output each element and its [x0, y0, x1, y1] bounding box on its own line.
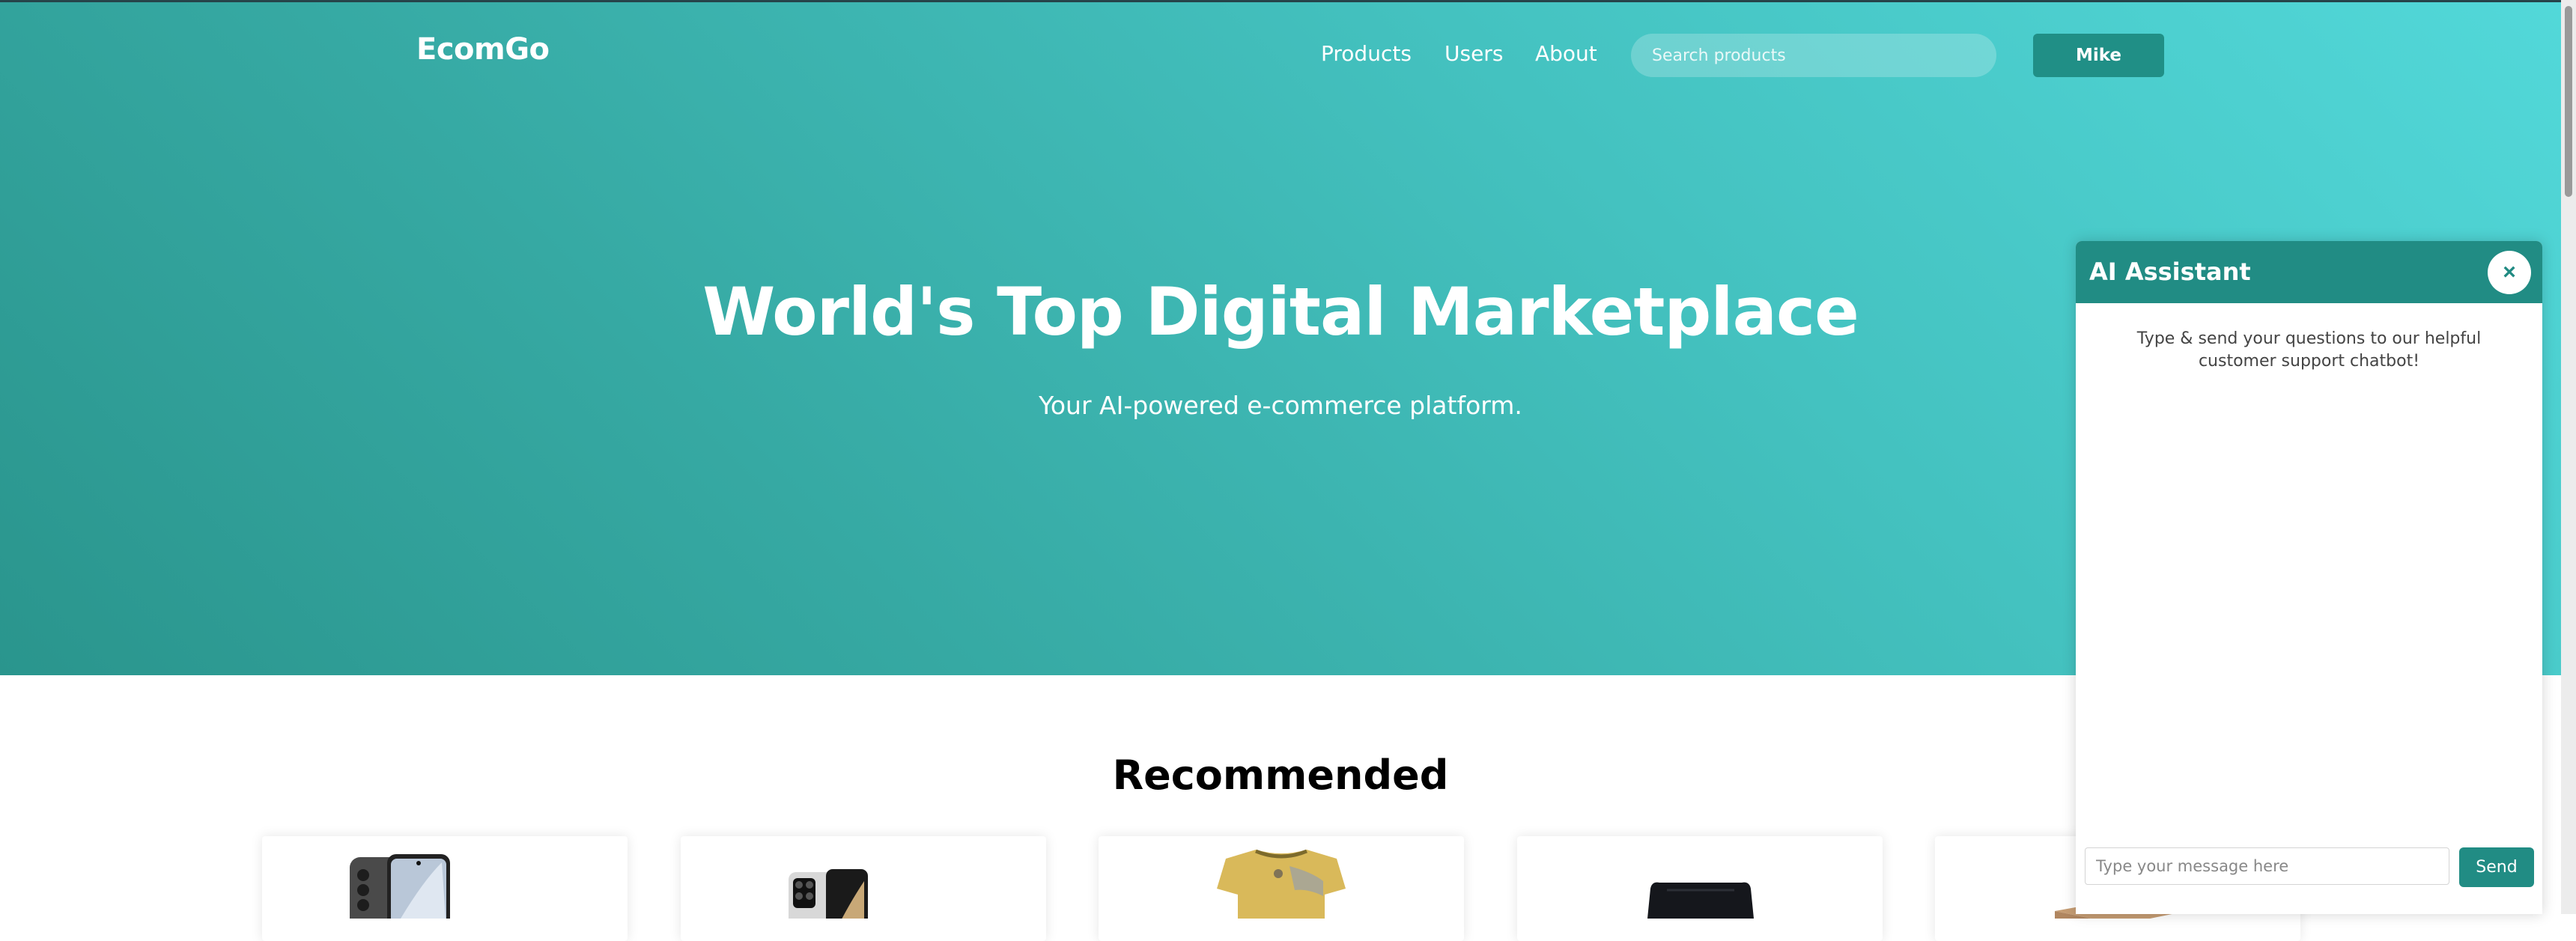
- chat-message-input[interactable]: [2085, 847, 2449, 885]
- chat-title: AI Assistant: [2089, 258, 2251, 286]
- nav-link-products[interactable]: Products: [1321, 41, 1412, 66]
- search-input[interactable]: [1631, 34, 1996, 77]
- product-card[interactable]: [1517, 836, 1883, 941]
- shorts-icon: [1647, 882, 1754, 919]
- ai-assistant-panel: AI Assistant × Type & send your question…: [2076, 241, 2542, 914]
- chat-intro-message: Type & send your questions to our helpfu…: [2136, 329, 2482, 371]
- scrollbar-thumb[interactable]: [2565, 6, 2572, 197]
- product-card[interactable]: [681, 836, 1046, 941]
- product-card[interactable]: [1099, 836, 1464, 941]
- logo[interactable]: EcomGo: [416, 32, 550, 67]
- chat-header: AI Assistant ×: [2076, 241, 2542, 303]
- close-icon[interactable]: ×: [2488, 251, 2531, 294]
- nav-link-about[interactable]: About: [1535, 41, 1597, 66]
- tshirt-icon: [1217, 849, 1346, 919]
- user-button[interactable]: Mike: [2033, 34, 2164, 77]
- phone-black-icon: [350, 854, 450, 919]
- navbar: EcomGo Products Users About Mike: [0, 2, 2561, 107]
- nav-link-users[interactable]: Users: [1445, 41, 1503, 66]
- send-button[interactable]: Send: [2459, 847, 2534, 887]
- phone-silver-icon: [789, 869, 868, 919]
- product-card[interactable]: [262, 836, 628, 941]
